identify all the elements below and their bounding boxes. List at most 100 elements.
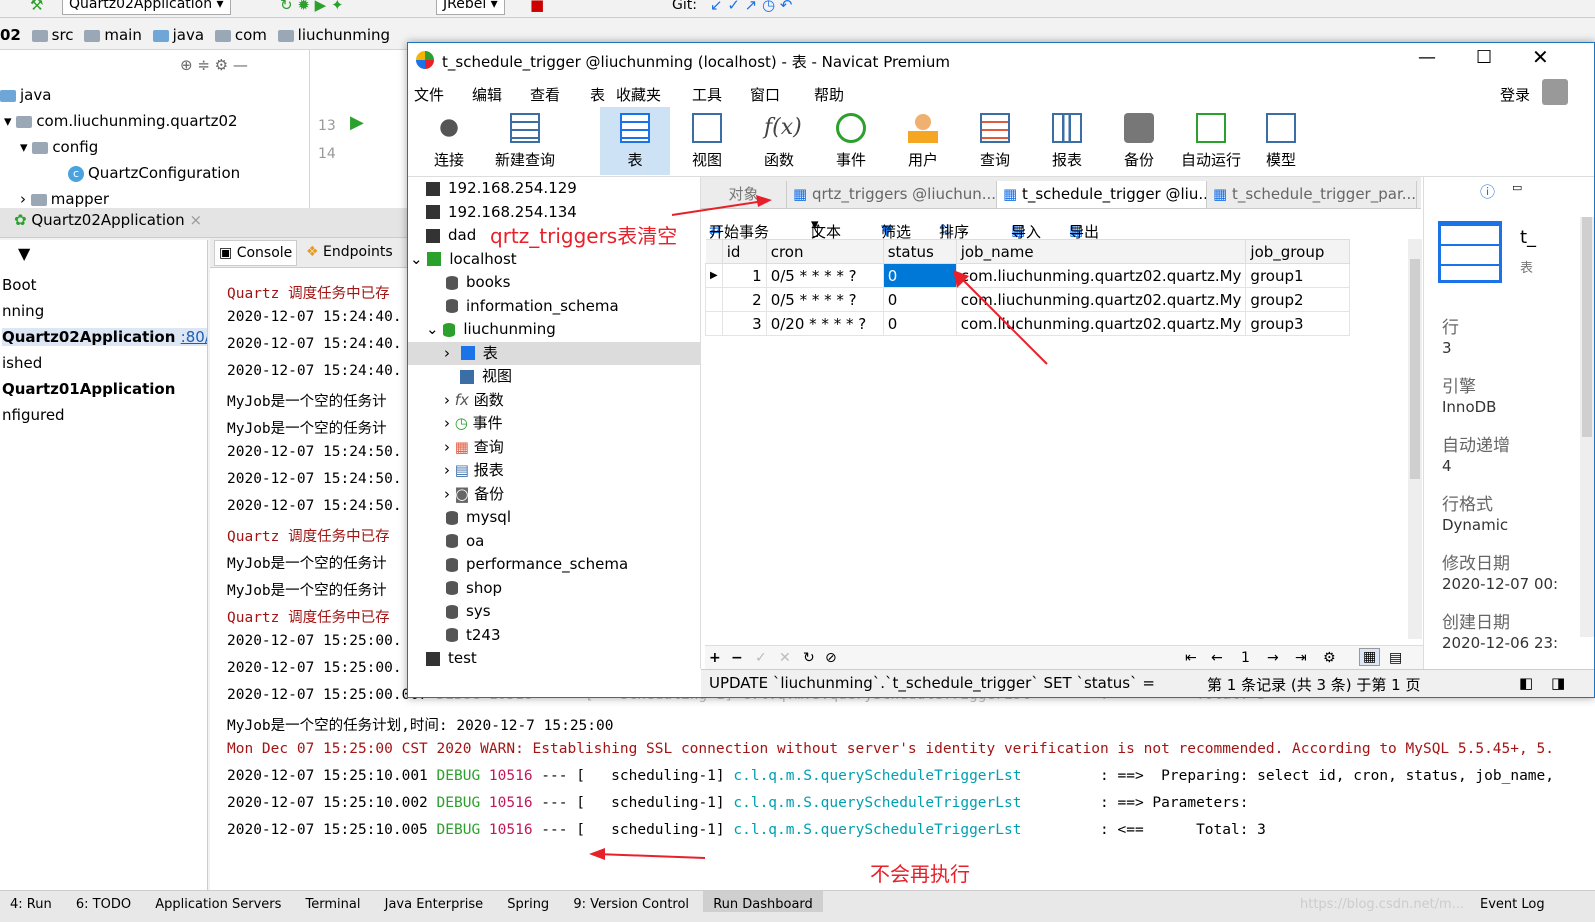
tab-console[interactable]: ▣ Console — [214, 240, 298, 266]
prev-page-icon[interactable]: ← — [1211, 650, 1223, 666]
tree-node-queries[interactable]: › ▦ 查询 — [444, 436, 504, 459]
info-icon[interactable]: ⓘ — [1480, 181, 1495, 202]
cell-job-group[interactable]: group1 — [1245, 263, 1351, 288]
minimize-icon[interactable]: — — [1418, 47, 1436, 68]
form-view-icon[interactable]: ▤ — [1389, 650, 1402, 666]
port-link[interactable]: :80/ — [181, 328, 207, 346]
tree-database[interactable]: performance_schema — [446, 553, 628, 576]
tab-schedule-trigger[interactable]: ▦ t_schedule_trigger @liu... — [997, 181, 1207, 208]
info-scrollbar[interactable] — [1580, 217, 1594, 637]
breadcrumb-item[interactable]: 02 — [0, 26, 21, 44]
tree-connection-open[interactable]: ⌄ localhost — [410, 248, 517, 271]
event-button[interactable]: 事件 — [816, 107, 886, 175]
bottom-tab-event-log[interactable]: Event Log — [1470, 891, 1555, 912]
report-button[interactable]: 报表 — [1032, 107, 1102, 175]
tab-schedule-trigger-param[interactable]: ▦ t_schedule_trigger_par... — [1207, 181, 1417, 208]
ddl-icon[interactable]: ▭ — [1512, 181, 1522, 194]
gear-icon[interactable]: ⚙ — [1323, 650, 1336, 666]
breadcrumb-item[interactable]: liuchunming — [277, 26, 390, 44]
tree-node-tables[interactable]: › 表 — [408, 341, 700, 365]
cell-cron[interactable]: 0/5 * * * * ? — [765, 263, 884, 288]
next-page-icon[interactable]: → — [1267, 650, 1279, 666]
backup-button[interactable]: 备份 — [1104, 107, 1174, 175]
tree-database[interactable]: books — [446, 271, 510, 294]
breadcrumb-item[interactable]: com — [214, 26, 267, 44]
menu-tools[interactable]: 工具 — [692, 84, 722, 105]
bottom-tab-java-enterprise[interactable]: Java Enterprise — [375, 891, 493, 912]
cell-id[interactable]: 3 — [721, 311, 767, 336]
cell-id[interactable]: 2 — [721, 287, 767, 312]
panel-toggle-icon[interactable]: ◨ — [1551, 674, 1565, 692]
bottom-tab-app-servers[interactable]: Application Servers — [145, 891, 291, 912]
run-list-item[interactable]: nning — [2, 302, 44, 320]
run-icon[interactable]: ↻ ✹ ▶ ✦ — [280, 0, 344, 14]
filter-icon[interactable]: ▼ — [18, 244, 30, 263]
cell-id[interactable]: 1 — [721, 263, 767, 288]
page-number[interactable]: 1 — [1241, 650, 1250, 666]
tree-database[interactable]: sys — [446, 600, 491, 623]
user-button[interactable]: 用户 — [888, 107, 958, 175]
function-button[interactable]: f(x) 函数 — [744, 107, 814, 175]
stop-icon[interactable]: ⊘ — [825, 650, 837, 666]
cell-job-group[interactable]: group3 — [1245, 311, 1351, 336]
refresh-icon[interactable]: ↻ — [803, 650, 815, 666]
tree-database[interactable]: t243 — [446, 624, 501, 647]
login-button[interactable]: 登录 — [1500, 84, 1530, 105]
bottom-tab-vcs[interactable]: 9: Version Control — [563, 891, 699, 912]
first-page-icon[interactable]: ⇤ — [1185, 650, 1197, 666]
cell-cron[interactable]: 0/5 * * * * ? — [765, 287, 884, 312]
column-header[interactable]: status — [882, 239, 957, 264]
run-config-select[interactable]: Quartz02Application ▾ — [62, 0, 231, 15]
cell-job-group[interactable]: group2 — [1245, 287, 1351, 312]
tree-connection[interactable]: 192.168.254.129 — [426, 177, 577, 200]
column-header[interactable]: cron — [765, 239, 884, 264]
automation-button[interactable]: 自动运行 — [1176, 107, 1246, 175]
run-list-item[interactable]: Quartz01Application — [2, 380, 175, 398]
tab-endpoints[interactable]: ❖ Endpoints — [302, 240, 397, 266]
bottom-tab-todo[interactable]: 6: TODO — [66, 891, 141, 912]
bottom-tab-run[interactable]: 4: Run — [0, 891, 62, 912]
grid-scrollbar[interactable] — [1408, 239, 1422, 639]
tree-item[interactable]: java — [0, 86, 51, 104]
menu-help[interactable]: 帮助 — [814, 84, 844, 105]
bottom-tab-spring[interactable]: Spring — [497, 891, 559, 912]
close-icon[interactable]: ✕ — [1532, 45, 1549, 69]
last-page-icon[interactable]: ⇥ — [1295, 650, 1307, 666]
menu-window[interactable]: 窗口 — [750, 84, 780, 105]
tree-connection[interactable]: dad — [426, 224, 476, 247]
discard-icon[interactable]: ✕ — [779, 650, 791, 666]
tree-connection[interactable]: test — [426, 647, 477, 669]
bottom-tab-terminal[interactable]: Terminal — [296, 891, 371, 912]
menu-view[interactable]: 查看 — [530, 84, 560, 105]
git-update-icon[interactable]: ↙ ✓ ↗ ◷ ↶ — [710, 0, 792, 14]
breadcrumb-item[interactable]: main — [84, 26, 142, 44]
hammer-icon[interactable]: ⚒ — [30, 0, 43, 14]
text-button[interactable]: ▯ 文本 ▾ — [811, 215, 841, 241]
connect-button[interactable]: 连接 — [414, 107, 484, 175]
run-list-item[interactable]: nfigured — [2, 406, 65, 424]
run-list-item[interactable]: ished — [2, 354, 42, 372]
tree-item[interactable]: ▾ config — [20, 138, 98, 156]
tree-node-events[interactable]: › ◷ 事件 — [444, 412, 503, 435]
run-tab[interactable]: ✿ Quartz02Application × — [14, 211, 202, 229]
cell-cron[interactable]: 0/20 * * * * ? — [765, 311, 884, 336]
run-gutter-icon[interactable]: ▶ — [350, 112, 364, 133]
tree-node-reports[interactable]: › ▤ 报表 — [444, 459, 504, 482]
tree-database-open[interactable]: ⌄ liuchunming — [426, 318, 556, 341]
tree-database[interactable]: oa — [446, 530, 484, 553]
menu-table[interactable]: 表 — [590, 84, 605, 105]
run-list-item[interactable]: Boot — [2, 276, 37, 294]
breadcrumb-item[interactable]: src — [31, 26, 74, 44]
run-list-item-selected[interactable]: Quartz02Application :80/ — [2, 328, 207, 346]
menu-file[interactable]: 文件 — [414, 84, 444, 105]
tree-item[interactable]: › mapper — [20, 190, 109, 208]
menu-favorites[interactable]: 收藏夹 — [616, 84, 661, 105]
apply-icon[interactable]: ✓ — [755, 650, 767, 666]
maximize-icon[interactable]: ☐ — [1476, 47, 1492, 68]
tree-item[interactable]: ▾ com.liuchunming.quartz02 — [4, 112, 238, 130]
model-button[interactable]: 模型 — [1246, 107, 1316, 175]
column-header[interactable]: id — [721, 239, 767, 264]
delete-record-icon[interactable]: − — [731, 650, 743, 666]
new-query-button[interactable]: 新建查询 — [490, 107, 560, 175]
bottom-tab-run-dashboard[interactable]: Run Dashboard — [703, 891, 823, 912]
